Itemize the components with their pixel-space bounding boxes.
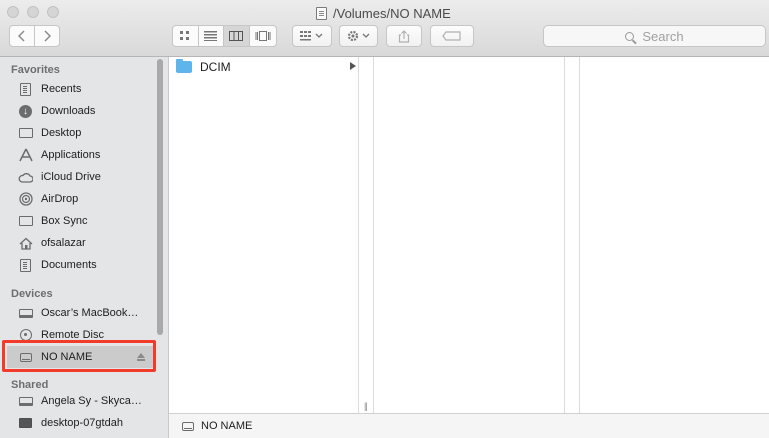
sidebar-item-label: Documents bbox=[41, 259, 97, 271]
share-icon bbox=[398, 29, 410, 43]
sidebar-item-label: Recents bbox=[41, 83, 82, 95]
sidebar-scrollbar[interactable] bbox=[157, 59, 163, 335]
sidebar-item-desktop-07gtdah[interactable]: desktop-07gtdah bbox=[18, 413, 123, 433]
column-divider[interactable] bbox=[358, 57, 359, 413]
sidebar-item-label: Oscar’s MacBook… bbox=[41, 307, 139, 319]
laptop-icon bbox=[18, 306, 33, 321]
view-mode-control bbox=[172, 25, 277, 47]
column-divider[interactable] bbox=[373, 57, 374, 413]
arrange-button[interactable] bbox=[292, 25, 332, 47]
sidebar-item-label: desktop-07gtdah bbox=[41, 417, 123, 429]
sidebar-item-label: Desktop bbox=[41, 127, 82, 139]
forward-button[interactable] bbox=[35, 26, 59, 46]
folder-icon bbox=[18, 214, 33, 229]
sidebar-item-label: ofsalazar bbox=[41, 237, 86, 249]
volume-document-icon bbox=[316, 6, 327, 20]
sidebar-item-angela[interactable]: Angela Sy - Skyca… bbox=[18, 391, 142, 411]
favorites-heading: Favorites bbox=[11, 64, 60, 76]
sidebar-item-applications[interactable]: Applications bbox=[18, 145, 100, 165]
share-button[interactable] bbox=[386, 25, 422, 47]
close-window-button[interactable] bbox=[7, 6, 19, 18]
sidebar-item-desktop[interactable]: Desktop bbox=[18, 123, 81, 143]
gear-icon bbox=[347, 30, 369, 42]
chevron-left-icon bbox=[17, 30, 25, 42]
sidebar-item-label: Box Sync bbox=[41, 215, 88, 227]
window-title-text: /Volumes/NO NAME bbox=[333, 5, 451, 21]
sidebar-item-label: Downloads bbox=[41, 105, 96, 117]
devices-heading: Devices bbox=[11, 288, 53, 300]
recents-icon bbox=[18, 82, 33, 97]
sidebar-item-label: AirDrop bbox=[41, 193, 79, 205]
window-title: /Volumes/NO NAME bbox=[316, 4, 451, 22]
action-menu-button[interactable] bbox=[339, 25, 378, 47]
search-icon bbox=[625, 31, 635, 41]
airdrop-icon bbox=[18, 192, 33, 207]
applications-icon bbox=[18, 148, 33, 163]
cloud-icon bbox=[18, 170, 33, 185]
folder-icon bbox=[176, 59, 192, 73]
sidebar-item-macbook[interactable]: Oscar’s MacBook… bbox=[18, 303, 138, 323]
arrange-grid-icon bbox=[300, 31, 323, 41]
sidebar-item-downloads[interactable]: ↓ Downloads bbox=[18, 101, 95, 121]
list-item[interactable]: DCIM bbox=[172, 58, 358, 76]
tag-button[interactable] bbox=[430, 25, 474, 47]
list-view-button[interactable] bbox=[199, 26, 225, 46]
home-icon bbox=[18, 236, 33, 251]
search-field[interactable]: Search bbox=[543, 25, 766, 47]
chevron-right-icon bbox=[44, 30, 51, 42]
path-bar-item[interactable]: NO NAME bbox=[201, 420, 252, 432]
sidebar-item-home[interactable]: ofsalazar bbox=[18, 233, 86, 253]
zoom-window-button[interactable] bbox=[47, 6, 59, 18]
cover-flow-icon bbox=[255, 31, 271, 41]
column-divider[interactable] bbox=[579, 57, 580, 413]
column-divider[interactable] bbox=[564, 57, 565, 413]
column-resize-handle[interactable]: || bbox=[364, 401, 368, 411]
navigation-segmented-control bbox=[9, 25, 60, 47]
sidebar-item-label: iCloud Drive bbox=[41, 171, 101, 183]
desktop-icon bbox=[18, 126, 33, 141]
finder-window: /Volumes/NO NAME Search Favorites Recent… bbox=[0, 0, 769, 438]
cover-flow-button[interactable] bbox=[250, 26, 276, 46]
toolbar: /Volumes/NO NAME Search bbox=[0, 0, 769, 57]
file-name: DCIM bbox=[200, 60, 231, 74]
disclosure-arrow-icon bbox=[350, 62, 356, 70]
column-view-icon bbox=[229, 31, 244, 41]
list-view-icon bbox=[204, 31, 218, 41]
annotation-highlight-box bbox=[2, 340, 156, 372]
icon-view-button[interactable] bbox=[173, 26, 199, 46]
icon-view-icon bbox=[180, 31, 190, 40]
monitor-icon bbox=[18, 416, 33, 431]
back-button[interactable] bbox=[10, 26, 35, 46]
sidebar-item-label: Angela Sy - Skyca… bbox=[41, 395, 142, 407]
search-placeholder: Search bbox=[642, 28, 684, 44]
sidebar-item-box-sync[interactable]: Box Sync bbox=[18, 211, 87, 231]
tag-icon bbox=[442, 31, 461, 41]
documents-icon bbox=[18, 258, 33, 273]
sidebar-item-label: Applications bbox=[41, 149, 101, 161]
external-drive-icon bbox=[182, 421, 194, 431]
path-bar: NO NAME bbox=[169, 413, 769, 438]
sidebar-item-recents[interactable]: Recents bbox=[18, 79, 81, 99]
sidebar-item-airdrop[interactable]: AirDrop bbox=[18, 189, 78, 209]
laptop-icon bbox=[18, 394, 33, 409]
downloads-icon: ↓ bbox=[18, 104, 33, 119]
sidebar-item-documents[interactable]: Documents bbox=[18, 255, 97, 275]
sidebar-item-icloud-drive[interactable]: iCloud Drive bbox=[18, 167, 101, 187]
minimize-window-button[interactable] bbox=[27, 6, 39, 18]
shared-heading: Shared bbox=[11, 379, 49, 391]
column-1 bbox=[169, 57, 358, 413]
column-view-button[interactable] bbox=[224, 26, 250, 46]
sidebar: Favorites Recents ↓ Downloads Desktop Ap… bbox=[0, 57, 169, 438]
